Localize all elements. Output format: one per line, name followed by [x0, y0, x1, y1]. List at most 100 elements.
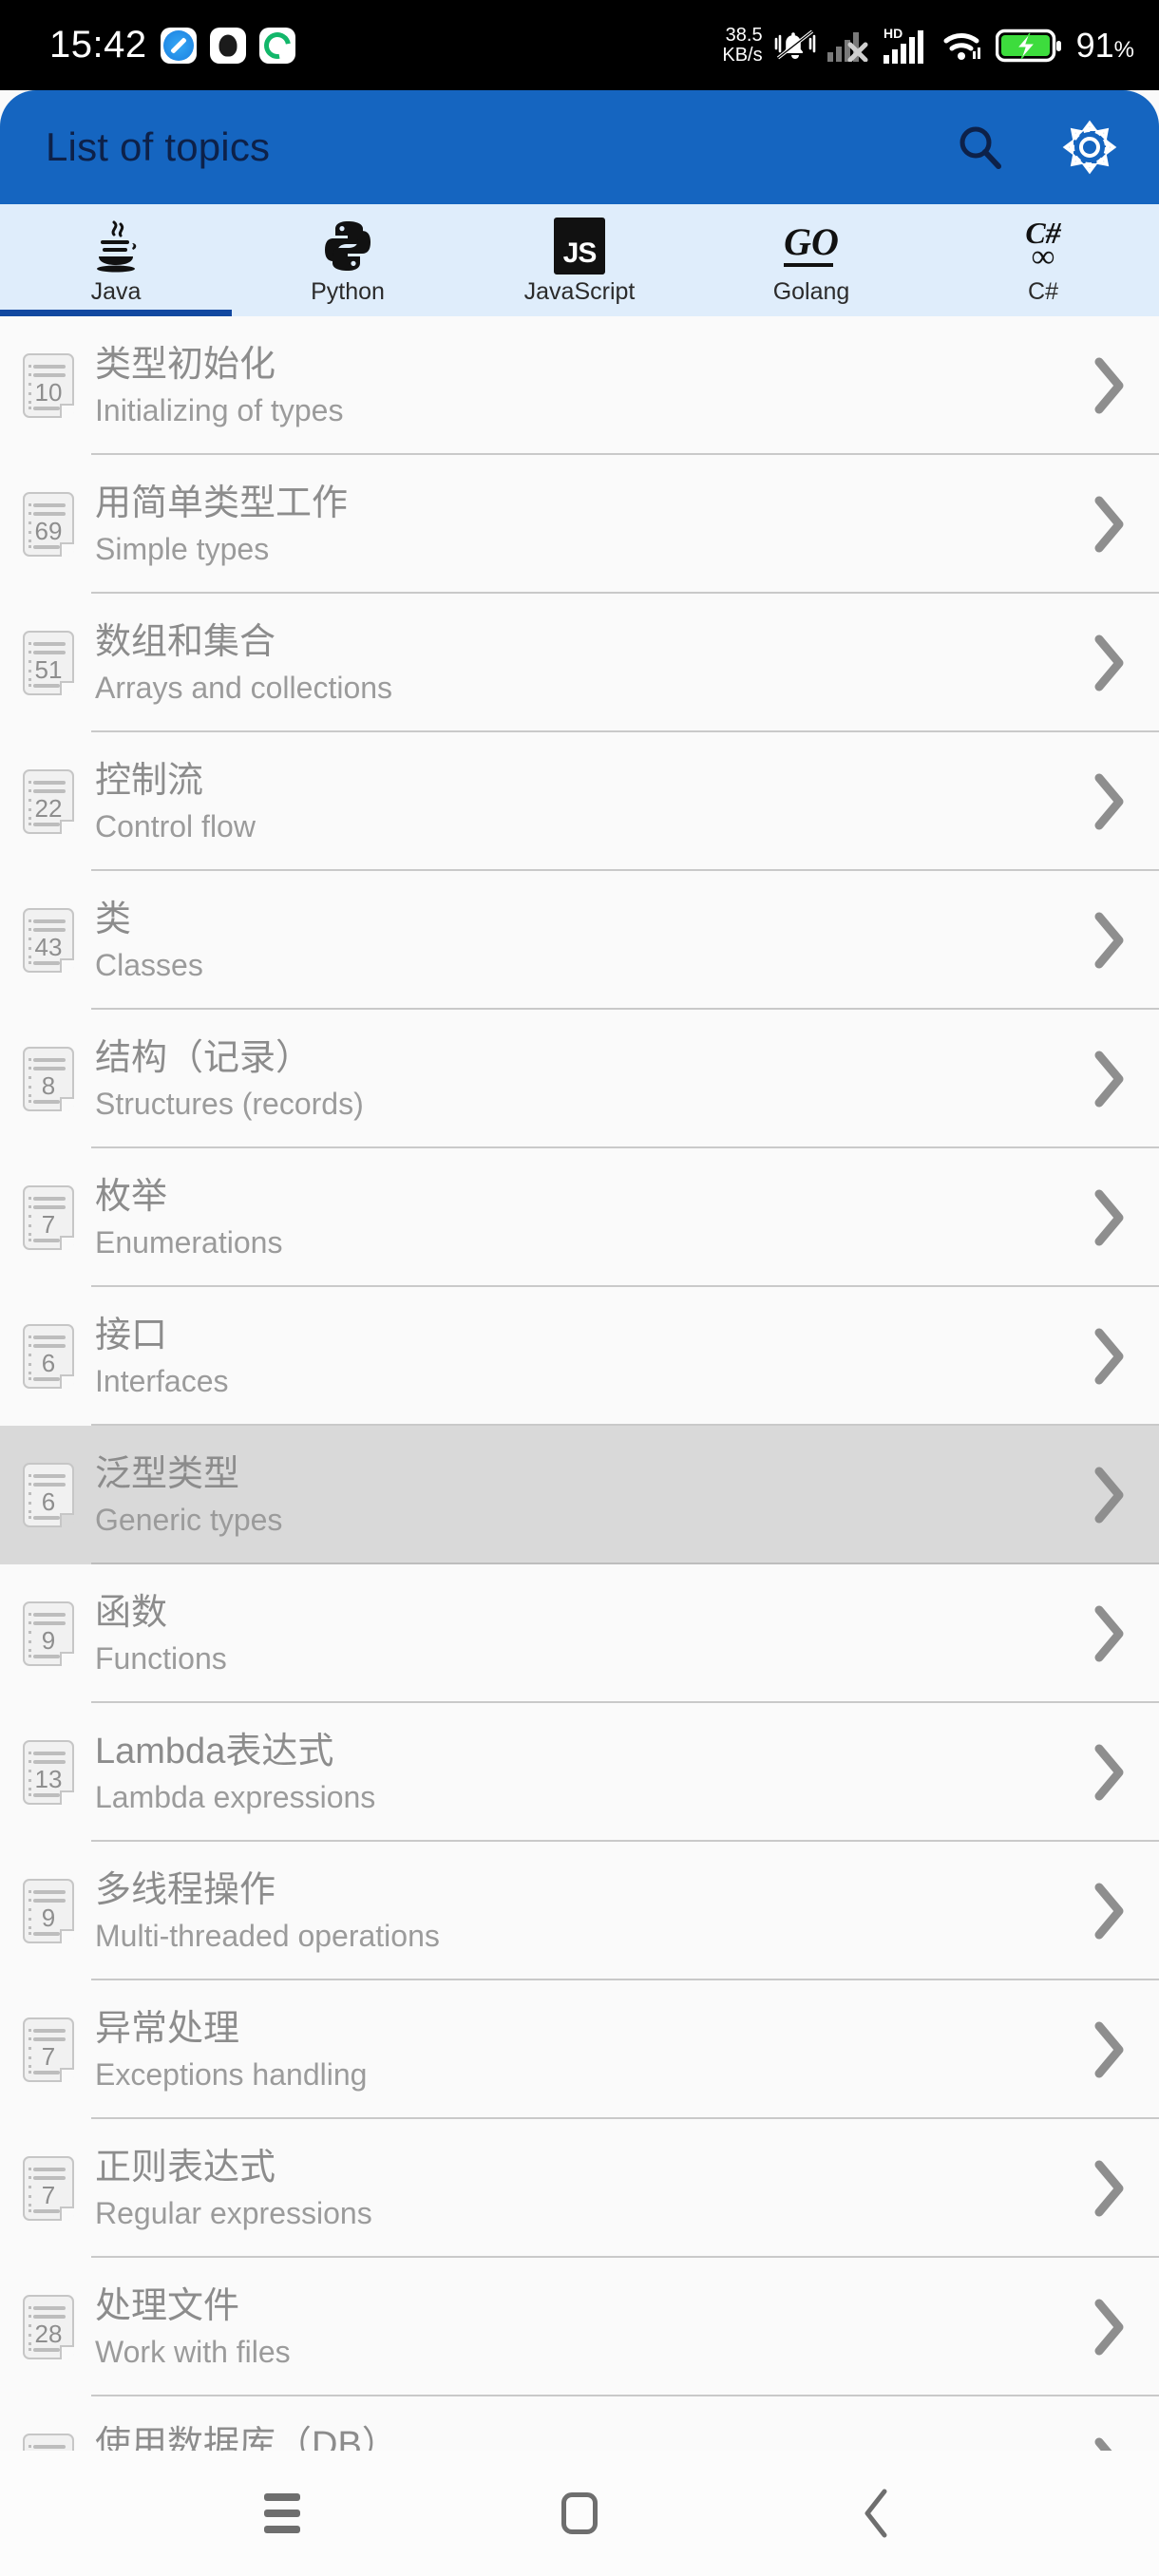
topic-count-icon: 6 [23, 1463, 74, 1527]
topic-text: 函数 Functions [95, 1593, 1074, 1675]
topic-subtitle: Initializing of types [95, 393, 344, 427]
topic-count: 51 [34, 655, 63, 684]
network-speed-unit: KB/s [722, 44, 763, 66]
topic-row[interactable]: 7 正则表达式 Regular expressions [0, 2119, 1159, 2258]
topic-row[interactable]: 6 泛型类型 Generic types [0, 1426, 1159, 1564]
topic-text: 类型初始化 Initializing of types [95, 345, 1074, 426]
topic-count: 7 [41, 2042, 56, 2071]
topic-count: 7 [41, 2181, 56, 2209]
page-fold-icon [60, 2068, 74, 2082]
network-speed: 38.5 KB/s [722, 25, 763, 66]
page-fold-icon [60, 2345, 74, 2359]
page-fold-icon [60, 1929, 74, 1943]
qq-app-icon [209, 27, 246, 64]
topic-count-icon: 6 [23, 1324, 74, 1389]
app-bar: List of topics [0, 90, 1159, 204]
recents-button[interactable] [225, 2461, 339, 2566]
back-icon [864, 2489, 887, 2538]
topic-text: 使用数据库（DB）Work with database (DB) [95, 2425, 1074, 2451]
page-fold-icon [60, 1652, 74, 1666]
topic-title: 接口 [95, 1316, 168, 1355]
tab-label-python: Python [311, 278, 385, 305]
topic-row[interactable]: 13 Lambda表达式 Lambda expressions [0, 1703, 1159, 1842]
page-fold-icon [60, 1097, 74, 1111]
topic-text: 异常处理 Exceptions handling [95, 2009, 1074, 2091]
topic-subtitle: Work with files [95, 2335, 291, 2369]
topic-text: 控制流 Control flow [95, 761, 1074, 843]
topic-subtitle: Lambda expressions [95, 1780, 376, 1814]
topic-title: 类 [95, 900, 132, 939]
tab-javascript[interactable]: JS JavaScript [464, 204, 695, 316]
topic-row[interactable]: 8 结构（记录） Structures (records) [0, 1010, 1159, 1148]
topic-row[interactable]: 43 类 Classes [0, 871, 1159, 1010]
topic-count: 10 [34, 378, 63, 407]
topic-row[interactable]: 9 函数 Functions [0, 1564, 1159, 1703]
topic-count-icon: 51 [23, 631, 74, 695]
topic-count-icon: 13 [23, 1740, 74, 1805]
topic-row[interactable]: 9 多线程操作 Multi-threaded operations [0, 1842, 1159, 1980]
topic-row[interactable]: 28 处理文件 Work with files [0, 2258, 1159, 2396]
topic-title: 控制流 [95, 761, 204, 801]
topic-row[interactable]: 10 类型初始化 Initializing of types [0, 316, 1159, 455]
topic-row[interactable]: 6 接口 Interfaces [0, 1287, 1159, 1426]
topic-subtitle: Structures (records) [95, 1087, 364, 1121]
chevron-right-icon [1094, 357, 1124, 414]
topic-text: 接口 Interfaces [95, 1316, 1074, 1397]
chevron-right-icon [1094, 2021, 1124, 2078]
java-icon [89, 218, 142, 274]
topic-count-icon: 7 [23, 2156, 74, 2221]
tab-csharp[interactable]: C# ∞ C# [927, 204, 1159, 316]
topic-subtitle: Control flow [95, 809, 256, 843]
chevron-right-icon [1094, 1605, 1124, 1662]
topic-row[interactable]: 69 用简单类型工作 Simple types [0, 455, 1159, 594]
topic-title: 枚举 [95, 1177, 168, 1217]
page-fold-icon [60, 820, 74, 834]
page-fold-icon [60, 404, 74, 418]
topic-text: Lambda表达式 Lambda expressions [95, 1732, 1074, 1813]
topic-subtitle: Functions [95, 1641, 227, 1676]
topic-count-icon: 10 [23, 353, 74, 418]
battery-percent: 91% [1075, 25, 1134, 65]
topic-row[interactable]: 7 枚举 Enumerations [0, 1148, 1159, 1287]
python-icon [322, 218, 373, 274]
page-fold-icon [60, 1236, 74, 1250]
tab-golang[interactable]: GO Golang [695, 204, 927, 316]
chevron-right-icon [1094, 496, 1124, 553]
chevron-right-icon [1094, 1051, 1124, 1108]
tab-java[interactable]: Java [0, 204, 232, 316]
status-bar-right: 38.5 KB/s HD 91% [722, 25, 1134, 66]
gear-icon [1062, 120, 1117, 175]
topic-row[interactable]: 10 使用数据库（DB）Work with database (DB) [0, 2396, 1159, 2451]
chevron-right-icon [1094, 1744, 1124, 1801]
home-button[interactable] [522, 2461, 636, 2566]
tab-python[interactable]: Python [232, 204, 464, 316]
language-tabs: Java Python JS JavaScript GO Golang C# ∞… [0, 204, 1159, 316]
topic-title: 异常处理 [95, 2009, 240, 2049]
battery-charging-icon [995, 28, 1061, 62]
search-button[interactable] [954, 121, 1007, 174]
status-bar-left: 15:42 [49, 24, 295, 66]
tab-label-golang: Golang [772, 278, 850, 305]
settings-button[interactable] [1062, 120, 1117, 175]
android-nav-bar [0, 2451, 1159, 2576]
topic-count-icon: 9 [23, 1601, 74, 1666]
topic-text: 正则表达式 Regular expressions [95, 2148, 1074, 2229]
topic-subtitle: Multi-threaded operations [95, 1919, 440, 1953]
topic-title: 结构（记录） [95, 1038, 313, 1078]
topic-subtitle: Interfaces [95, 1364, 229, 1398]
topic-row[interactable]: 51 数组和集合 Arrays and collections [0, 594, 1159, 732]
topic-row[interactable]: 22 控制流 Control flow [0, 732, 1159, 871]
topic-list[interactable]: 10 类型初始化 Initializing of types 69 用简单类型工作 Sim… [0, 316, 1159, 2451]
topic-subtitle: Classes [95, 948, 203, 982]
topic-subtitle: Enumerations [95, 1225, 283, 1260]
topic-row[interactable]: 7 异常处理 Exceptions handling [0, 1980, 1159, 2119]
mute-bell-icon [774, 29, 815, 59]
topic-count: 28 [34, 2320, 63, 2348]
topic-text: 泛型类型 Generic types [95, 1454, 1074, 1536]
topic-count-icon: 43 [23, 908, 74, 973]
no-signal-icon [826, 31, 868, 62]
topic-count-icon: 9 [23, 1879, 74, 1943]
back-button[interactable] [820, 2461, 934, 2566]
page-fold-icon [60, 2207, 74, 2221]
topic-title: 正则表达式 [95, 2148, 276, 2188]
